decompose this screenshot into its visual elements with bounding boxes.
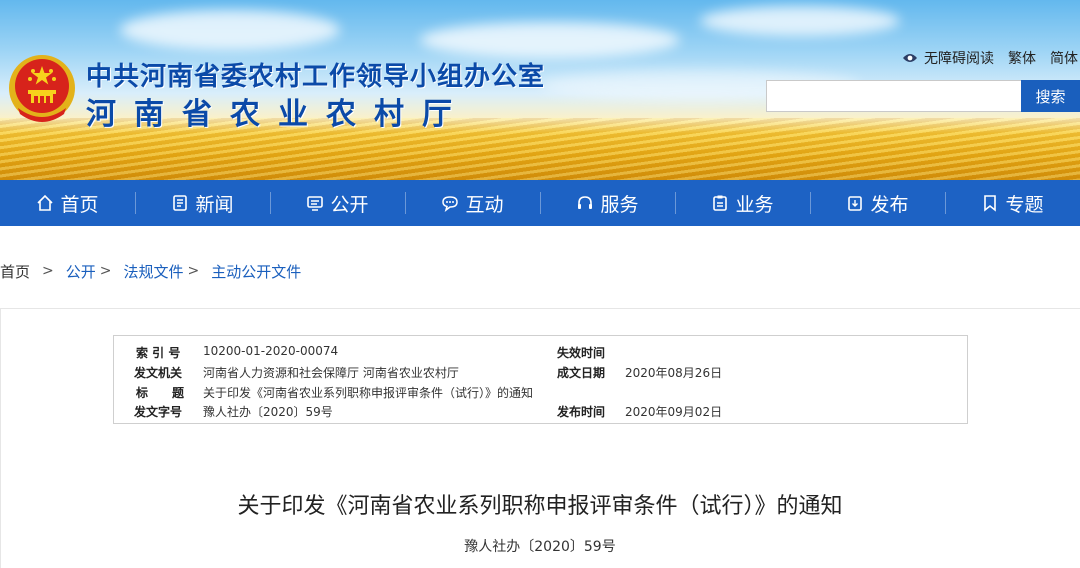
meta-created-label: 成文日期 xyxy=(557,366,606,380)
nav-item-publish[interactable]: 发布 xyxy=(810,180,945,226)
meta-index-label: 索 引 号 xyxy=(136,346,181,360)
top-links: 无障碍阅读 繁体 简体 xyxy=(902,48,1080,68)
nav-label: 服务 xyxy=(600,193,639,216)
document-title: 关于印发《河南省农业系列职称申报评审条件（试行）》的通知 xyxy=(237,494,843,519)
meta-title-value: 关于印发《河南省农业系列职称申报评审条件（试行）》的通知 xyxy=(203,386,534,400)
meta-title-label: 标 题 xyxy=(136,386,185,400)
document-number: 豫人社办〔2020〕59号 xyxy=(464,539,616,555)
clipboard-icon xyxy=(713,195,728,211)
breadcrumb-separator: > xyxy=(42,263,54,279)
nav-label: 新闻 xyxy=(195,193,234,216)
nav-label: 首页 xyxy=(60,193,99,216)
nav-item-topics[interactable]: 专题 xyxy=(945,180,1080,226)
meta-expire-label: 失效时间 xyxy=(557,346,606,360)
meta-docnum-value: 豫人社办〔2020〕59号 xyxy=(203,405,333,419)
meta-docnum-label: 发文字号 xyxy=(134,405,183,419)
nav-item-business[interactable]: 业务 xyxy=(675,180,810,226)
breadcrumb-active-disclosure[interactable]: 主动公开文件 xyxy=(211,261,301,282)
chat-icon xyxy=(442,196,459,212)
meta-created-value: 2020年08月26日 xyxy=(625,366,723,380)
home-icon xyxy=(37,194,54,211)
breadcrumb-separator: > xyxy=(99,263,112,279)
cloud-decoration xyxy=(700,6,900,36)
breadcrumb: 首页 > 公开 > 法规文件 > 主动公开文件 xyxy=(0,261,301,281)
cloud-decoration xyxy=(120,10,340,50)
monitor-icon xyxy=(307,196,324,211)
nav-label: 互动 xyxy=(465,193,504,216)
document-metadata-table: 索 引 号 10200-01-2020-00074 失效时间 发文机关 河南省人… xyxy=(113,335,968,424)
meta-published-value: 2020年09月02日 xyxy=(625,405,723,419)
publish-icon xyxy=(848,196,863,211)
eye-icon xyxy=(903,54,917,62)
accessible-reading-link[interactable]: 无障碍阅读 xyxy=(924,48,994,68)
cloud-decoration xyxy=(420,22,680,58)
traditional-chinese-link[interactable]: 繁体 xyxy=(1008,48,1036,68)
meta-issuer-label: 发文机关 xyxy=(134,366,183,380)
bookmark-icon xyxy=(984,195,997,212)
nav-item-home[interactable]: 首页 xyxy=(0,180,135,226)
national-emblem-icon xyxy=(9,55,75,122)
site-title-line1: 中共河南省委农村工作领导小组办公室 xyxy=(86,62,546,92)
meta-index-value: 10200-01-2020-00074 xyxy=(203,344,339,358)
headset-icon xyxy=(578,196,593,209)
search-input[interactable] xyxy=(766,80,1022,112)
nav-label: 发布 xyxy=(870,193,909,216)
nav-item-news[interactable]: 新闻 xyxy=(135,180,270,226)
breadcrumb-home[interactable]: 首页 xyxy=(0,261,30,282)
nav-item-service[interactable]: 服务 xyxy=(540,180,675,226)
site-title-line2: 河南省农业农村厅 xyxy=(86,97,470,132)
search-button[interactable]: 搜索 xyxy=(1021,80,1080,112)
meta-issuer-value: 河南省人力资源和社会保障厅 河南省农业农村厅 xyxy=(203,366,459,380)
news-icon xyxy=(173,195,188,211)
breadcrumb-public[interactable]: 公开 xyxy=(66,261,96,282)
nav-label: 专题 xyxy=(1005,193,1044,216)
nav-item-interact[interactable]: 互动 xyxy=(405,180,540,226)
main-nav: 首页 新闻 公开 互动 服务 业务 发布 专题 xyxy=(0,180,1080,226)
nav-label: 公开 xyxy=(330,193,369,216)
simplified-chinese-link[interactable]: 简体 xyxy=(1050,48,1078,68)
nav-label: 业务 xyxy=(735,193,774,216)
meta-published-label: 发布时间 xyxy=(557,405,606,419)
header-banner: 中共河南省委农村工作领导小组办公室 河南省农业农村厅 无障碍阅读 繁体 简体 搜… xyxy=(0,0,1080,180)
nav-item-public[interactable]: 公开 xyxy=(270,180,405,226)
breadcrumb-separator: > xyxy=(187,263,200,279)
breadcrumb-regulations[interactable]: 法规文件 xyxy=(124,261,184,282)
